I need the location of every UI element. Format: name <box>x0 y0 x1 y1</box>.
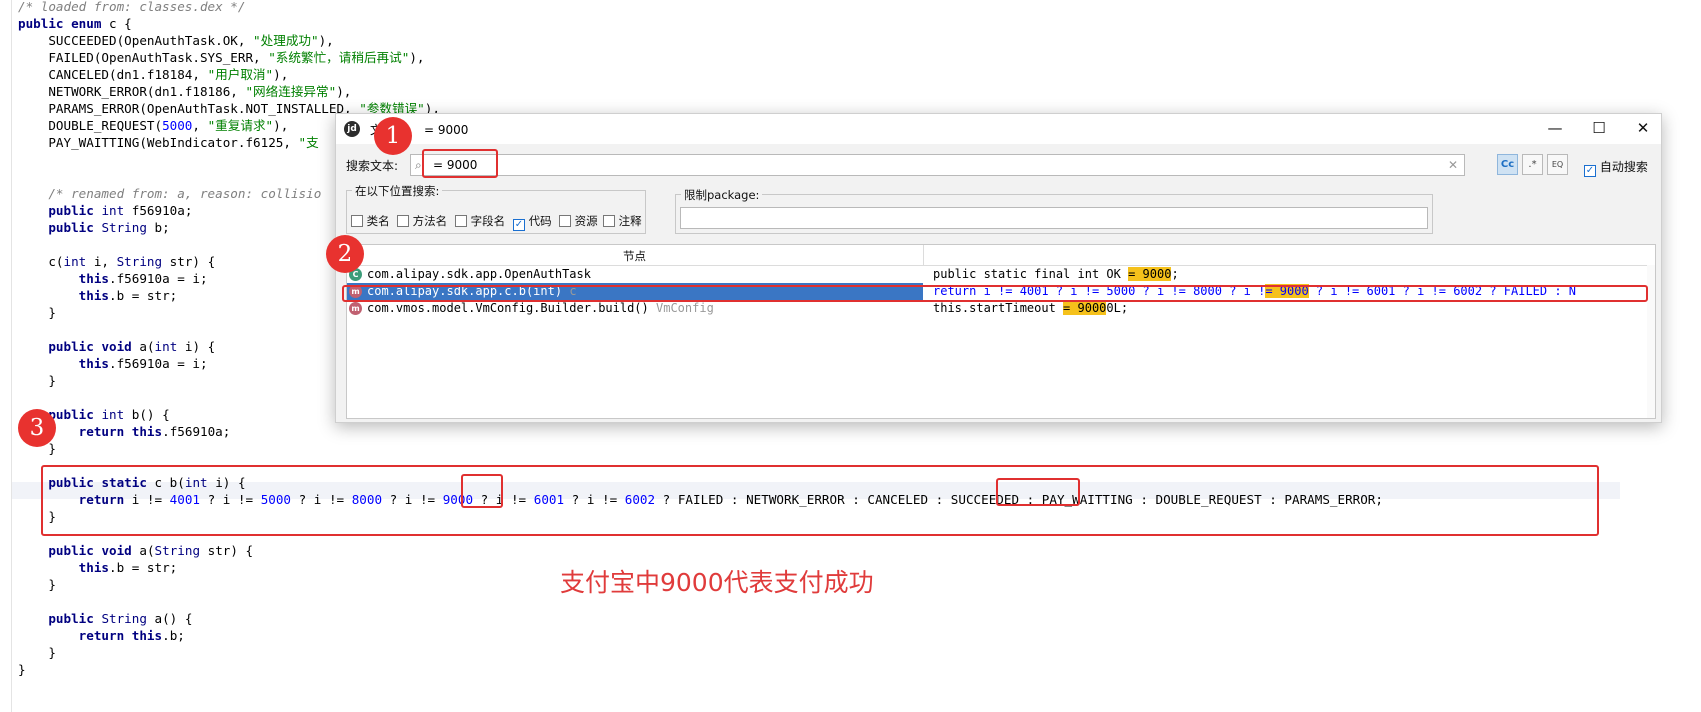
code-line: c(int i, String str) { <box>18 254 216 269</box>
step-badge-one: 1 <box>374 117 412 155</box>
dialog-titlebar[interactable]: jd 文= 9000 — ☐ ✕ <box>336 114 1661 144</box>
selected-result-box <box>342 285 1648 302</box>
code-line: public String a() { <box>48 611 193 626</box>
minimize-button[interactable]: — <box>1533 114 1577 144</box>
scope-option-label: 资源 <box>574 214 598 228</box>
scope-option-class[interactable]: 类名 <box>351 213 390 229</box>
result-code-text: public static final int OK <box>933 267 1129 281</box>
succeeded-box <box>996 478 1080 506</box>
editor-gutter-divider <box>11 0 12 712</box>
code-line: } <box>18 662 26 677</box>
code-line: } <box>18 373 56 388</box>
result-node-cell: m com.vmos.model.VmConfig.Builder.build()… <box>347 300 923 317</box>
search-value-box <box>422 149 498 178</box>
column-divider <box>923 245 924 265</box>
result-node-cell: Ccom.alipay.sdk.app.OpenAuthTask <box>347 266 923 283</box>
scope-option-label: 方法名 <box>412 214 448 228</box>
scope-option-code[interactable]: ✓ 代码 <box>513 213 552 231</box>
results-header: 节点 <box>347 245 1655 266</box>
clear-icon[interactable]: ✕ <box>1448 158 1458 172</box>
annotation-text: 支付宝中9000代表支付成功 <box>560 568 874 597</box>
result-code-text: 0L; <box>1106 301 1129 315</box>
result-node-name: com.alipay.sdk.app.OpenAuthTask <box>367 267 591 281</box>
code-line: /* renamed from: a, reason: collisio <box>18 186 322 201</box>
results-header-node: 节点 <box>623 249 646 263</box>
checkbox-icon[interactable] <box>455 215 467 227</box>
search-scope-group: 在以下位置搜索: 类名 方法名 字段名 ✓ 代码 资源 注释 <box>346 183 646 234</box>
auto-search-checkbox[interactable]: ✓ <box>1584 165 1596 177</box>
jadx-app-icon: jd <box>344 121 360 137</box>
search-input[interactable]: ⌕ = 9000 ✕ <box>410 154 1465 176</box>
result-node-text: com.vmos.model.VmConfig.Builder.build() … <box>367 301 714 315</box>
match-highlight: = 9000 <box>1063 301 1107 315</box>
checkbox-icon[interactable] <box>397 215 409 227</box>
code-line: } <box>18 305 56 320</box>
result-node-text: com.alipay.sdk.app.OpenAuthTask <box>367 267 598 281</box>
result-row[interactable]: Ccom.alipay.sdk.app.OpenAuthTask public … <box>347 266 1647 283</box>
maximize-button[interactable]: ☐ <box>1577 114 1621 144</box>
search-label: 搜索文本: <box>346 159 399 173</box>
step-badge-two: 2 <box>326 235 364 273</box>
result-node-name: com.vmos.model.VmConfig.Builder.build() <box>367 301 649 315</box>
code-line: this.f56910a = i; <box>78 356 208 371</box>
code-line: CANCELED(dn1.f18184, "用户取消"), <box>18 67 289 82</box>
scope-option-comment[interactable]: 注释 <box>603 213 642 229</box>
code-line: this.b = str; <box>78 288 178 303</box>
result-code-cell: public static final int OK = 9000; <box>933 267 1179 281</box>
search-icon: ⌕ <box>415 158 422 172</box>
code-line: /* loaded from: classes.dex */ <box>18 0 246 14</box>
dialog-title-suffix: = 9000 <box>424 123 469 137</box>
method-icon: m <box>349 302 362 315</box>
whole-word-button[interactable]: EQ <box>1547 154 1568 175</box>
result-node-type: VmConfig <box>656 301 714 315</box>
code-line: } <box>18 645 56 660</box>
auto-search-label: 自动搜索 <box>1599 160 1648 174</box>
package-filter-label: 限制package: <box>681 187 763 203</box>
search-results-table[interactable]: 节点 Ccom.alipay.sdk.app.OpenAuthTask publ… <box>346 244 1656 419</box>
scope-option-label: 类名 <box>366 214 390 228</box>
code-line: public void a(int i) { <box>48 339 216 354</box>
checkbox-icon[interactable] <box>603 215 615 227</box>
code-line: } <box>18 577 56 592</box>
code-line: return this.b; <box>78 628 185 643</box>
checkbox-icon[interactable] <box>351 215 363 227</box>
package-filter-group: 限制package: <box>675 187 1433 234</box>
auto-search-toggle[interactable]: ✓ 自动搜索 <box>1584 158 1648 177</box>
scope-option-field[interactable]: 字段名 <box>455 213 505 229</box>
code-line: public String b; <box>48 220 170 235</box>
code-line: SUCCEEDED(OpenAuthTask.OK, "处理成功"), <box>18 33 334 48</box>
code-line: public void a(String str) { <box>48 543 254 558</box>
scope-option-label: 注释 <box>618 214 642 228</box>
search-scope-label: 在以下位置搜索: <box>352 183 443 199</box>
code-line: PAY_WAITTING(WebIndicator.f6125, "支 <box>18 135 319 150</box>
code-line: public int f56910a; <box>48 203 193 218</box>
checkbox-icon[interactable]: ✓ <box>513 219 525 231</box>
code-line: this.f56910a = i; <box>78 271 208 286</box>
result-code-cell: this.startTimeout = 90000L; <box>933 301 1128 315</box>
code-line: this.b = str; <box>78 560 178 575</box>
code-line: DOUBLE_REQUEST(5000, "重复请求"), <box>18 118 289 133</box>
result-code-text: ; <box>1171 267 1179 281</box>
checkbox-icon[interactable] <box>559 215 571 227</box>
method-highlight-box <box>41 465 1599 536</box>
package-filter-input[interactable] <box>680 207 1428 229</box>
result-row[interactable]: m com.vmos.model.VmConfig.Builder.build()… <box>347 300 1647 317</box>
regex-button[interactable]: .* <box>1522 154 1543 175</box>
step-badge-three: 3 <box>18 409 56 447</box>
scope-option-resource[interactable]: 资源 <box>559 213 598 229</box>
text-search-dialog: jd 文= 9000 — ☐ ✕ 搜索文本: ⌕ = 9000 ✕ Cc .* … <box>335 113 1662 423</box>
result-code-text: this.startTimeout <box>933 301 1064 315</box>
match-highlight: = 9000 <box>1128 267 1172 281</box>
scope-option-label: 代码 <box>528 214 552 228</box>
code-line: FAILED(OpenAuthTask.SYS_ERR, "系统繁忙，请稍后再试… <box>18 50 425 65</box>
scope-option-method[interactable]: 方法名 <box>397 213 447 229</box>
scope-option-label: 字段名 <box>470 214 506 228</box>
results-scrollbar[interactable] <box>1647 265 1655 418</box>
value-9000-box <box>461 474 503 508</box>
case-sensitive-button[interactable]: Cc <box>1497 154 1518 175</box>
code-line: NETWORK_ERROR(dn1.f18186, "网络连接异常"), <box>18 84 352 99</box>
code-line: public enum c { <box>18 16 132 31</box>
close-button[interactable]: ✕ <box>1621 114 1661 144</box>
